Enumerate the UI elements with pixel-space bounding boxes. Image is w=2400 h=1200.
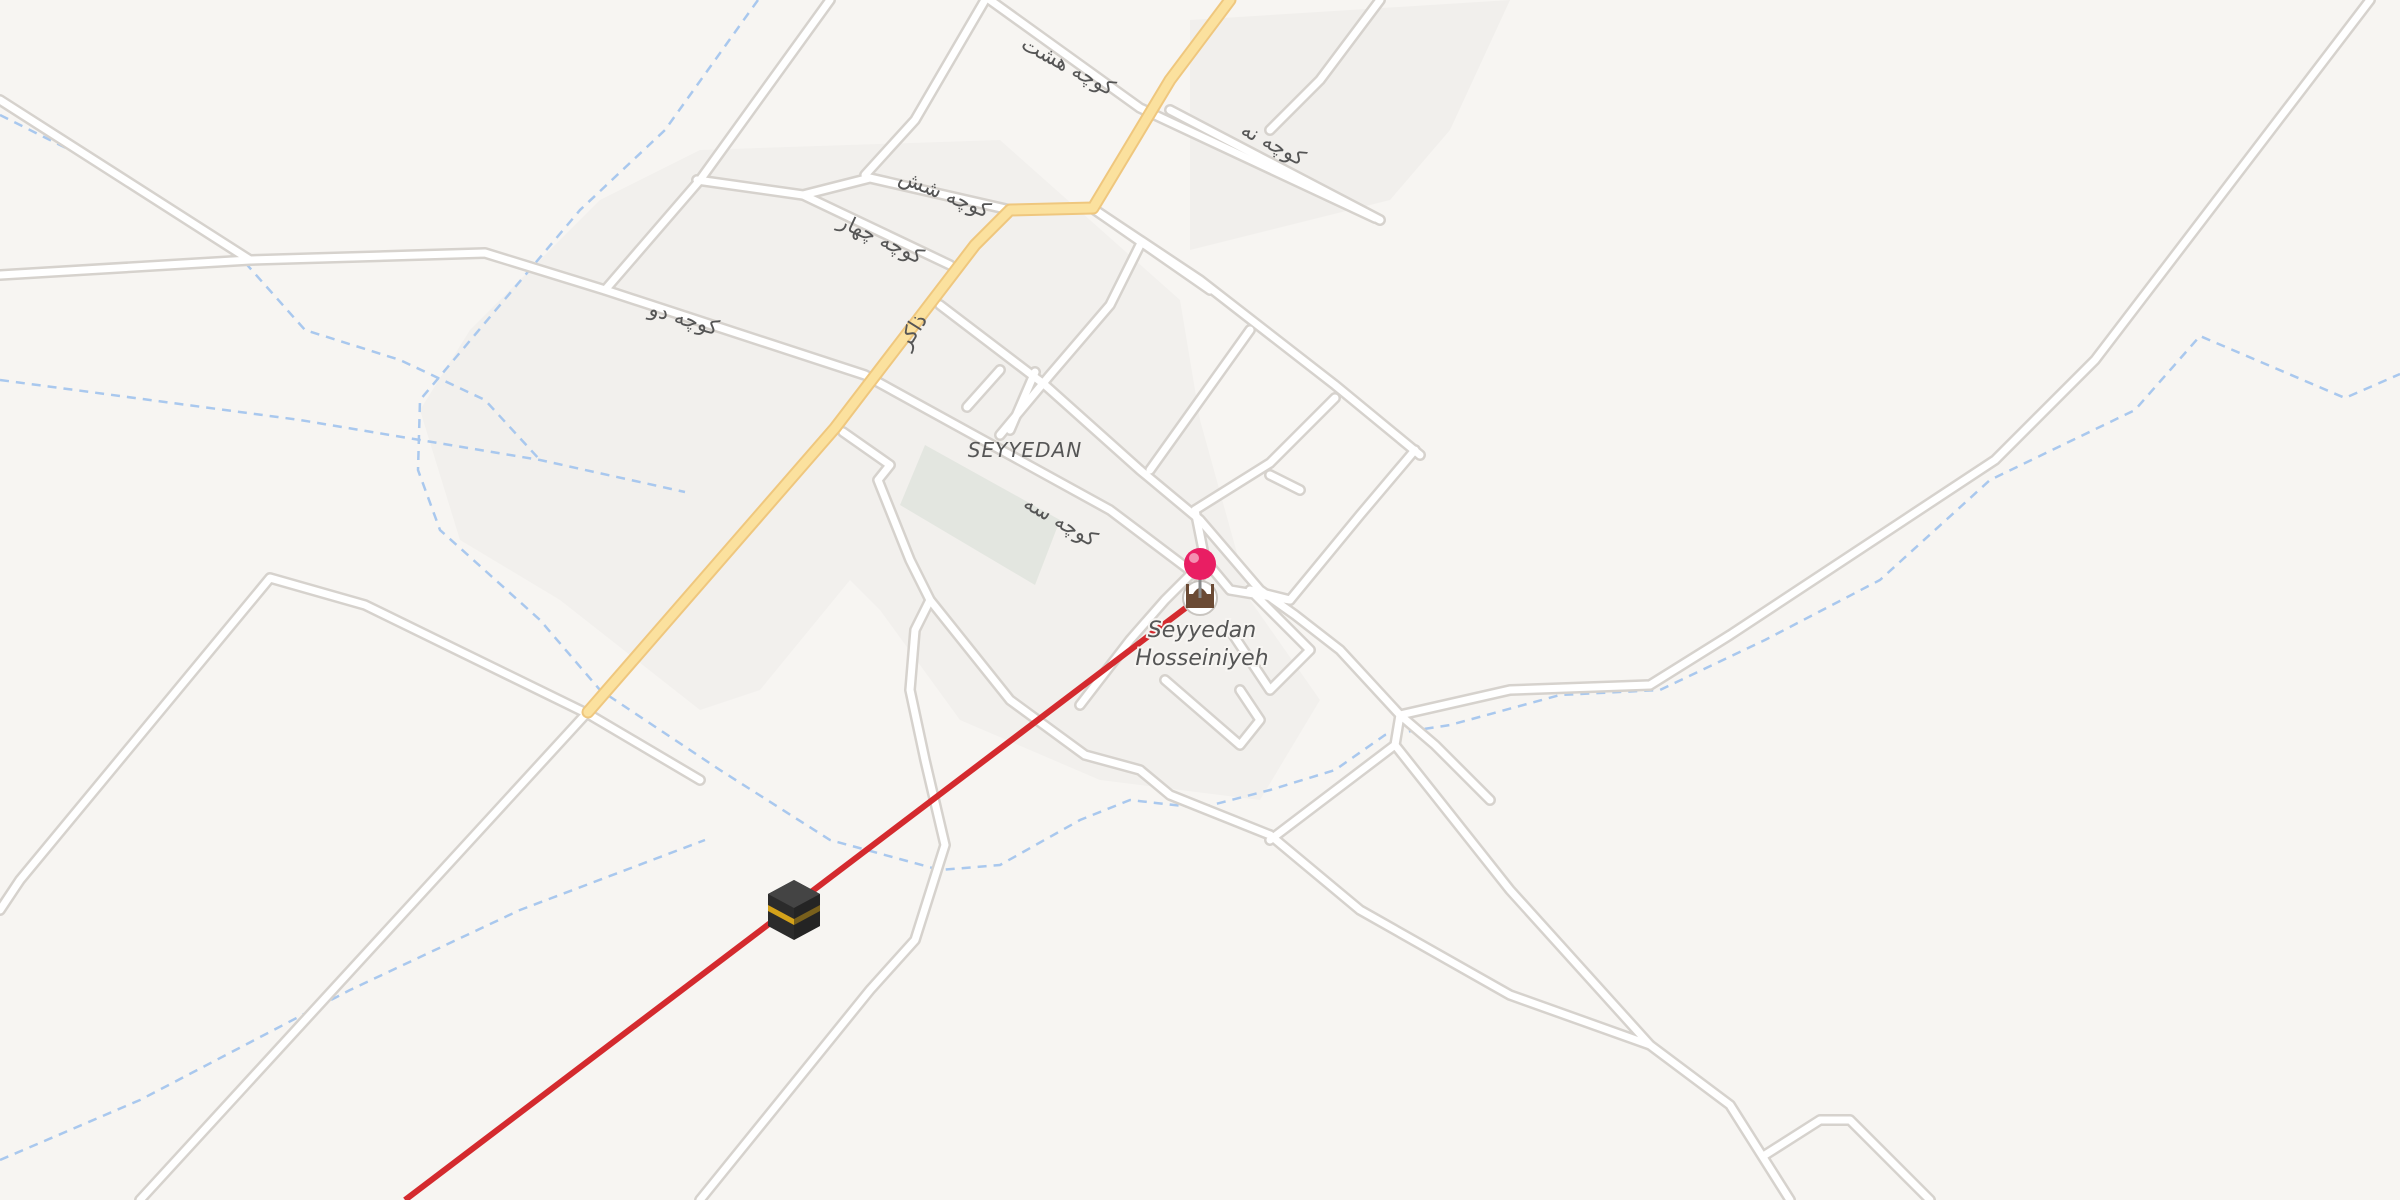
stream <box>0 838 706 1162</box>
map-canvas[interactable]: کوچه هشت کوچه نه کوچه شش کوچه چهار کوچه … <box>0 0 2400 1200</box>
poi-name-line1: Seyyedan <box>1148 618 1256 643</box>
poi-name-line2: Hosseiniyeh <box>1135 646 1268 671</box>
street-label: کوچه هشت <box>1018 31 1120 100</box>
place-label: SEYYEDAN <box>968 438 1082 462</box>
